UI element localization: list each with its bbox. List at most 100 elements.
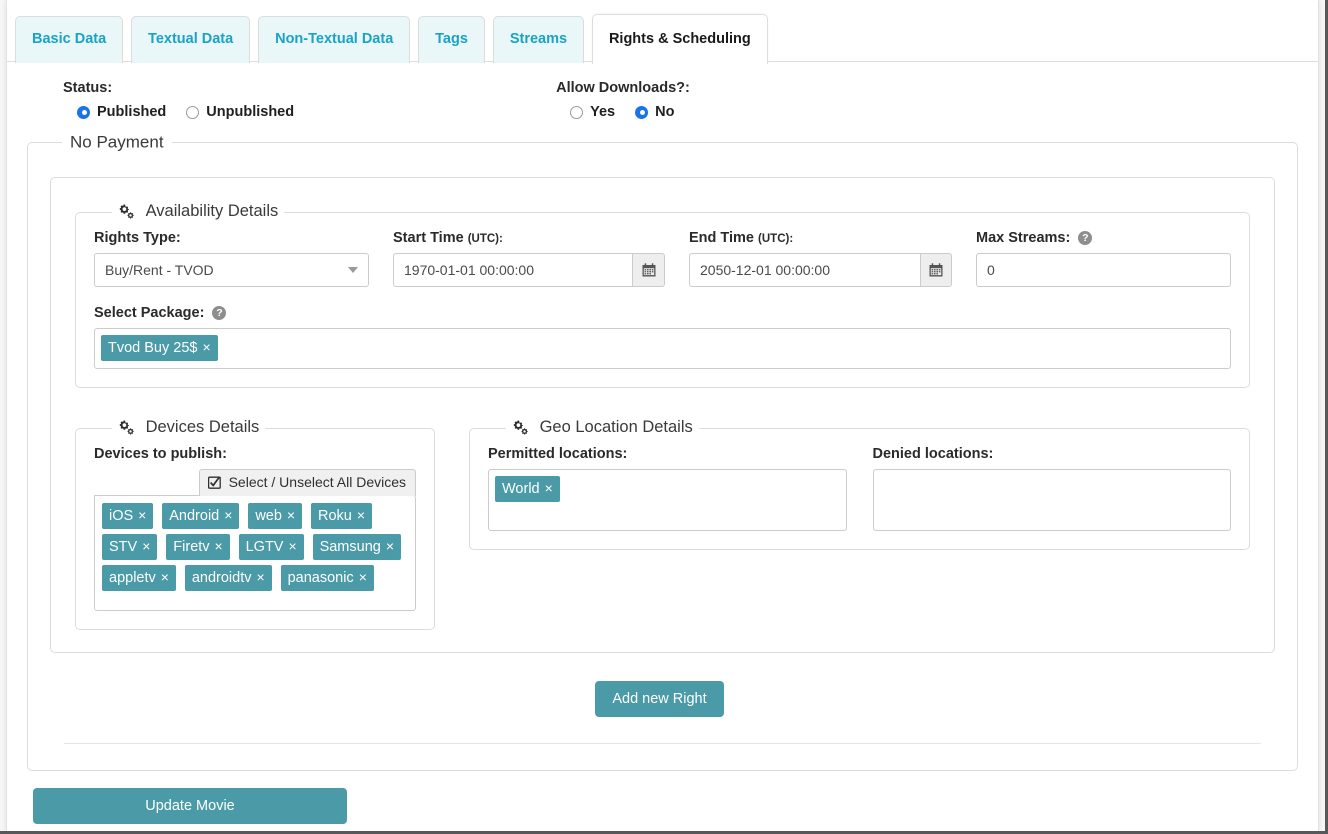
- device-token-stv[interactable]: STV ×: [102, 533, 158, 560]
- tab-label: Rights & Scheduling: [608, 31, 751, 47]
- rights-type-label: Rights Type:: [94, 229, 181, 246]
- permitted-locations-field: Permitted locations: World ×: [488, 446, 847, 531]
- geo-legend-text: Geo Location Details: [539, 417, 693, 436]
- remove-token-icon[interactable]: ×: [142, 538, 150, 554]
- availability-details-fieldset: Availability Details Rights Type: Buy/Re…: [75, 201, 1250, 388]
- max-streams-label-text: Max Streams:: [976, 229, 1071, 246]
- remove-token-icon[interactable]: ×: [288, 538, 296, 554]
- add-new-right-button[interactable]: Add new Right: [595, 680, 724, 717]
- remove-token-icon[interactable]: ×: [287, 507, 295, 523]
- tab-panel-rights-scheduling: Status: Published Unpublished Allow Down…: [7, 62, 1318, 771]
- remove-token-icon[interactable]: ×: [138, 507, 146, 523]
- start-time-label-unit: (UTC):: [467, 232, 503, 245]
- start-time-label-text: Start Time: [393, 229, 464, 246]
- start-time-label: Start Time (UTC):: [393, 230, 665, 246]
- select-unselect-all-devices-button[interactable]: Select / Unselect All Devices: [198, 468, 416, 496]
- start-time-calendar-button[interactable]: [633, 252, 665, 287]
- max-streams-field: Max Streams: ? 0: [976, 230, 1231, 287]
- remove-token-icon[interactable]: ×: [357, 507, 365, 523]
- permitted-locations-tokenbox[interactable]: World ×: [488, 468, 847, 531]
- device-token-roku[interactable]: Roku ×: [311, 502, 373, 529]
- availability-legend-text: Availability Details: [145, 201, 279, 220]
- token-label: World: [502, 480, 540, 497]
- radio-status-unpublished[interactable]: Unpublished: [186, 104, 294, 120]
- start-time-input-group: 1970-01-01 00:00:00: [393, 252, 665, 287]
- token-label: STV: [109, 538, 138, 555]
- start-time-field: Start Time (UTC): 1970-01-01 00:00:00: [393, 230, 665, 287]
- end-time-input-group: 2050-12-01 00:00:00: [689, 252, 952, 287]
- package-token[interactable]: Tvod Buy 25$ ×: [101, 334, 218, 361]
- tab-textual-data[interactable]: Textual Data: [131, 16, 251, 63]
- devices-legend-text: Devices Details: [145, 417, 260, 436]
- end-time-field: End Time (UTC): 2050-12-01 00:00:00: [689, 230, 952, 287]
- end-time-label-unit: (UTC):: [758, 232, 794, 245]
- remove-token-icon[interactable]: ×: [545, 480, 553, 496]
- tab-rights-and-scheduling[interactable]: Rights & Scheduling: [591, 14, 768, 64]
- max-streams-label: Max Streams: ?: [976, 230, 1231, 246]
- device-token-android[interactable]: Android ×: [162, 502, 240, 529]
- remove-token-icon[interactable]: ×: [161, 569, 169, 585]
- select-package-label: Select Package: ?: [94, 305, 1231, 321]
- rights-type-field: Rights Type: Buy/Rent - TVOD: [94, 230, 369, 287]
- device-token-lgtv[interactable]: LGTV ×: [238, 533, 304, 560]
- tab-non-textual-data[interactable]: Non-Textual Data: [258, 16, 411, 63]
- radio-downloads-no[interactable]: No: [635, 104, 674, 120]
- devices-tokenbox[interactable]: iOS × Android × web × Roku × STV × Firetv × LG…: [94, 494, 416, 611]
- device-token-row: STV × Firetv × LGTV × Samsung ×: [102, 533, 408, 565]
- end-time-input[interactable]: 2050-12-01 00:00:00: [689, 252, 921, 287]
- device-token-firetv[interactable]: Firetv ×: [166, 533, 230, 560]
- tab-label: Streams: [509, 31, 568, 47]
- devices-details-fieldset: Devices Details Devices to publish: Sele…: [75, 417, 435, 630]
- geo-location-details-fieldset: Geo Location Details Permitted locations…: [469, 417, 1250, 550]
- max-streams-input[interactable]: 0: [976, 252, 1231, 287]
- denied-locations-tokenbox[interactable]: [872, 468, 1231, 531]
- device-token-samsung[interactable]: Samsung ×: [312, 533, 402, 560]
- radio-label: Published: [97, 104, 167, 120]
- cogs-icon: [118, 420, 135, 440]
- bottom-action-bar: Update Movie: [13, 783, 1312, 831]
- end-time-calendar-button[interactable]: [920, 252, 952, 287]
- devices-to-publish-label: Devices to publish:: [94, 445, 227, 462]
- remove-token-icon[interactable]: ×: [386, 538, 394, 554]
- device-token-web[interactable]: web ×: [248, 502, 303, 529]
- start-time-input[interactable]: 1970-01-01 00:00:00: [393, 252, 634, 287]
- device-token-row: appletv × androidtv × panasonic ×: [102, 564, 408, 596]
- question-circle-icon[interactable]: ?: [1078, 230, 1093, 245]
- device-token-appletv[interactable]: appletv ×: [102, 564, 176, 591]
- radio-dot-icon: [77, 105, 90, 119]
- location-token-world[interactable]: World ×: [495, 475, 560, 502]
- end-time-label: End Time (UTC):: [689, 230, 952, 246]
- token-label: appletv: [109, 569, 156, 586]
- tab-streams[interactable]: Streams: [492, 16, 585, 63]
- tab-basic-data[interactable]: Basic Data: [15, 16, 124, 63]
- tab-tags[interactable]: Tags: [418, 16, 485, 63]
- tab-label: Basic Data: [32, 31, 107, 47]
- radio-status-published[interactable]: Published: [77, 104, 166, 120]
- device-token-panasonic[interactable]: panasonic ×: [280, 564, 374, 591]
- devices-details-legend: Devices Details: [112, 418, 265, 440]
- select-package-label-text: Select Package:: [94, 304, 205, 321]
- token-label: LGTV: [245, 538, 284, 555]
- availability-fields-row: Rights Type: Buy/Rent - TVOD Start Time …: [94, 230, 1231, 287]
- rights-type-select[interactable]: Buy/Rent - TVOD: [94, 252, 369, 287]
- radio-downloads-yes[interactable]: Yes: [570, 104, 615, 120]
- question-circle-icon[interactable]: ?: [212, 305, 227, 320]
- remove-token-icon[interactable]: ×: [224, 507, 232, 523]
- browser-viewport: Basic Data Textual Data Non-Textual Data…: [0, 0, 1328, 834]
- radio-dot-icon: [570, 105, 584, 119]
- availability-details-legend: Availability Details: [112, 202, 284, 224]
- remove-token-icon[interactable]: ×: [215, 538, 223, 554]
- select-package-tokenbox[interactable]: Tvod Buy 25$ ×: [94, 327, 1231, 369]
- update-movie-button[interactable]: Update Movie: [33, 788, 347, 824]
- denied-locations-field: Denied locations:: [872, 445, 1231, 531]
- cogs-icon: [512, 420, 529, 440]
- device-token-ios[interactable]: iOS ×: [102, 502, 154, 529]
- remove-token-icon[interactable]: ×: [359, 569, 367, 585]
- select-all-label: Select / Unselect All Devices: [228, 473, 406, 490]
- allow-downloads-group: Allow Downloads?: Yes No: [556, 80, 690, 120]
- denied-locations-label: Denied locations:: [872, 445, 994, 462]
- remove-token-icon[interactable]: ×: [257, 569, 265, 585]
- device-token-androidtv[interactable]: androidtv ×: [184, 564, 272, 591]
- remove-token-icon[interactable]: ×: [202, 339, 210, 355]
- rights-type-value: Buy/Rent - TVOD: [94, 252, 369, 287]
